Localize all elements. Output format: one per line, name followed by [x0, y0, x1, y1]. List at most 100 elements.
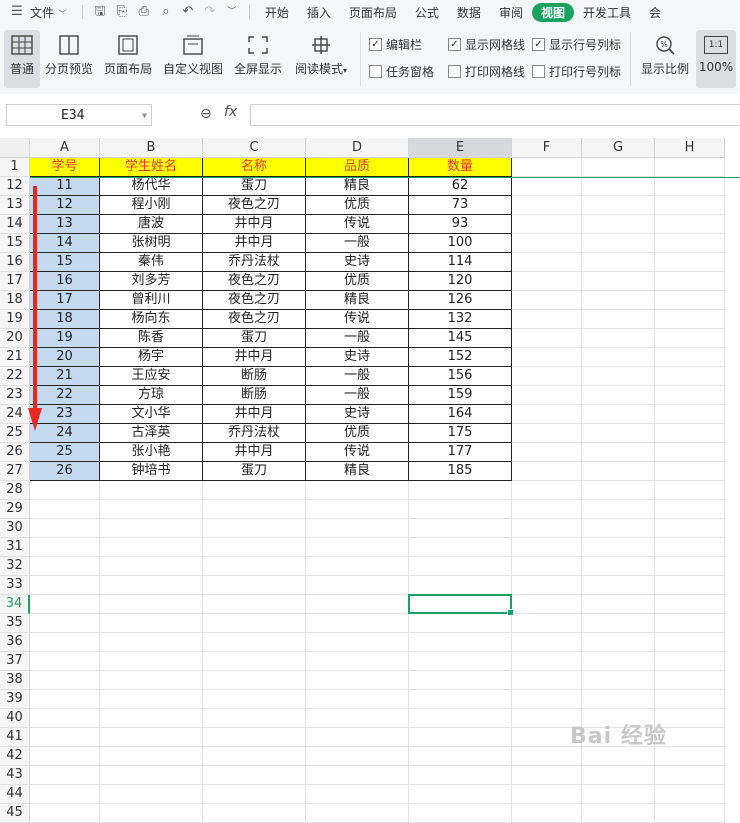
table-cell[interactable]	[306, 557, 409, 576]
table-cell[interactable]	[306, 538, 409, 557]
page-break-preview-button[interactable]: 分页预览	[42, 30, 96, 88]
table-cell[interactable]	[100, 671, 203, 690]
name-box[interactable]: E34 ▼	[6, 104, 152, 126]
tab-member[interactable]: 会	[640, 4, 670, 21]
table-cell[interactable]	[582, 329, 655, 348]
row-header[interactable]: 15	[0, 234, 30, 253]
table-cell[interactable]	[655, 766, 725, 785]
column-header-e[interactable]: E	[409, 138, 512, 158]
table-cell[interactable]: 152	[409, 348, 512, 367]
table-cell[interactable]	[306, 766, 409, 785]
table-cell[interactable]	[306, 595, 409, 614]
table-cell[interactable]	[512, 633, 582, 652]
table-cell[interactable]	[409, 652, 512, 671]
checkbox-formula-bar[interactable]: ✓ 编辑栏	[369, 36, 422, 53]
row-header[interactable]: 18	[0, 291, 30, 310]
table-cell[interactable]	[306, 481, 409, 500]
zoom-100-button[interactable]: 1:1 100%	[696, 30, 736, 88]
table-cell[interactable]	[512, 348, 582, 367]
row-header[interactable]: 31	[0, 538, 30, 557]
table-cell[interactable]	[655, 196, 725, 215]
table-cell[interactable]	[655, 272, 725, 291]
row-header[interactable]: 17	[0, 272, 30, 291]
table-cell[interactable]: 177	[409, 443, 512, 462]
column-header-d[interactable]: D	[306, 138, 409, 158]
table-cell[interactable]: 175	[409, 424, 512, 443]
table-cell[interactable]: 井中月	[203, 215, 306, 234]
table-cell[interactable]	[30, 766, 100, 785]
table-cell[interactable]	[30, 652, 100, 671]
row-header[interactable]: 38	[0, 671, 30, 690]
table-cell[interactable]	[512, 462, 582, 481]
table-cell[interactable]	[655, 614, 725, 633]
table-cell[interactable]	[655, 538, 725, 557]
table-cell[interactable]	[655, 253, 725, 272]
table-cell[interactable]	[30, 500, 100, 519]
table-cell[interactable]	[512, 443, 582, 462]
table-cell[interactable]	[512, 804, 582, 823]
table-cell[interactable]: 185	[409, 462, 512, 481]
table-cell[interactable]	[512, 652, 582, 671]
formula-input[interactable]	[250, 104, 740, 126]
row-header[interactable]: 21	[0, 348, 30, 367]
zoom-button[interactable]: % 显示比例	[638, 30, 692, 88]
table-cell[interactable]	[582, 614, 655, 633]
table-cell[interactable]: 陈香	[100, 329, 203, 348]
table-cell[interactable]	[655, 158, 725, 177]
tab-data[interactable]: 数据	[448, 4, 490, 21]
table-cell[interactable]: 井中月	[203, 234, 306, 253]
table-cell[interactable]: 张树明	[100, 234, 203, 253]
table-cell[interactable]: 史诗	[306, 253, 409, 272]
table-cell[interactable]: 100	[409, 234, 512, 253]
table-cell[interactable]	[30, 595, 100, 614]
table-cell[interactable]	[582, 272, 655, 291]
table-cell[interactable]	[582, 158, 655, 177]
table-cell[interactable]	[655, 576, 725, 595]
table-cell[interactable]	[512, 196, 582, 215]
table-cell[interactable]	[582, 253, 655, 272]
table-cell[interactable]: 一般	[306, 367, 409, 386]
table-cell[interactable]	[306, 690, 409, 709]
table-cell[interactable]	[30, 728, 100, 747]
table-cell[interactable]: 一般	[306, 329, 409, 348]
table-cell[interactable]	[409, 500, 512, 519]
table-cell[interactable]	[512, 234, 582, 253]
table-cell[interactable]	[655, 462, 725, 481]
row-header[interactable]: 36	[0, 633, 30, 652]
page-layout-button[interactable]: 页面布局	[100, 30, 156, 88]
checkbox-task-pane[interactable]: 任务窗格	[369, 63, 434, 80]
print-icon[interactable]: ⎙	[137, 5, 151, 19]
row-header[interactable]: 16	[0, 253, 30, 272]
spreadsheet-grid[interactable]: A B C D E F G H 1 学号 学生姓名 名称 品质 数量 12 11 杨代华 蛋刀 精良 62 13 12 程小…	[0, 138, 740, 823]
table-cell[interactable]	[203, 500, 306, 519]
table-cell[interactable]	[655, 595, 725, 614]
table-cell[interactable]: 钟培书	[100, 462, 203, 481]
table-cell[interactable]	[512, 253, 582, 272]
table-cell[interactable]	[409, 671, 512, 690]
table-cell[interactable]	[203, 633, 306, 652]
zoom-magnifier-icon[interactable]: ⊖	[200, 106, 212, 122]
table-cell[interactable]: 程小刚	[100, 196, 203, 215]
table-cell[interactable]	[582, 405, 655, 424]
table-cell[interactable]: 93	[409, 215, 512, 234]
table-cell[interactable]	[409, 633, 512, 652]
table-cell[interactable]	[512, 291, 582, 310]
table-cell[interactable]	[655, 348, 725, 367]
table-cell[interactable]	[306, 614, 409, 633]
row-header[interactable]: 24	[0, 405, 30, 424]
table-cell[interactable]	[30, 481, 100, 500]
table-cell[interactable]	[512, 158, 582, 177]
table-cell[interactable]: 杨宇	[100, 348, 203, 367]
table-cell[interactable]	[100, 747, 203, 766]
table-cell[interactable]: 传说	[306, 310, 409, 329]
table-cell[interactable]: 张小艳	[100, 443, 203, 462]
table-cell[interactable]	[512, 785, 582, 804]
table-cell[interactable]	[582, 386, 655, 405]
table-header-cell[interactable]: 品质	[306, 158, 409, 177]
tab-view[interactable]: 视图	[531, 2, 574, 22]
row-header[interactable]: 45	[0, 804, 30, 823]
tab-home[interactable]: 开始	[256, 4, 298, 21]
table-cell[interactable]	[512, 272, 582, 291]
table-header-cell[interactable]: 名称	[203, 158, 306, 177]
table-cell[interactable]	[306, 709, 409, 728]
